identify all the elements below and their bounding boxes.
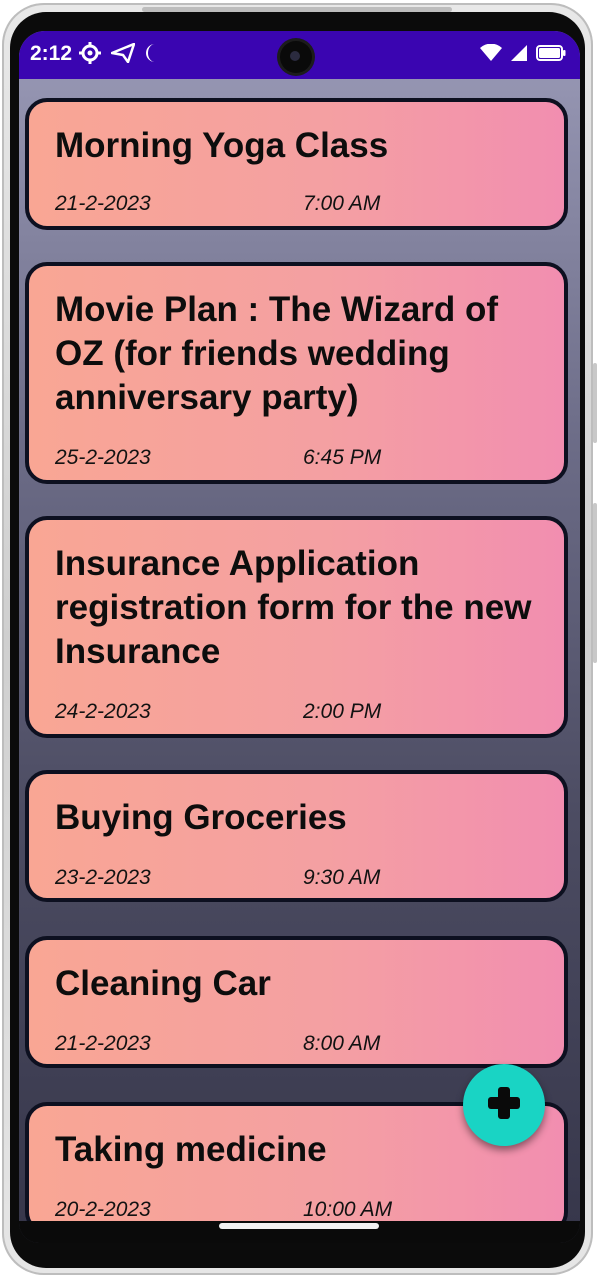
app-screen: 2:12 Morning Yoga Class 21-2-2023 7:00 A… <box>19 31 580 1243</box>
phone-frame: 2:12 Morning Yoga Class 21-2-2023 7:00 A… <box>2 3 597 1275</box>
task-date: 21-2-2023 <box>55 192 151 215</box>
task-time: 9:30 AM <box>303 866 381 889</box>
moon-icon <box>145 43 157 68</box>
volume-button <box>593 363 597 443</box>
task-date: 20-2-2023 <box>55 1198 151 1221</box>
task-title: Cleaning Car <box>55 964 271 1003</box>
plus-icon <box>486 1085 522 1126</box>
settings-gear-icon <box>79 41 101 69</box>
task-time: 10:00 AM <box>303 1198 393 1221</box>
task-card[interactable]: Cleaning Car 21-2-2023 8:00 AM <box>25 936 568 1068</box>
task-date: 21-2-2023 <box>55 1032 151 1055</box>
task-card[interactable]: Insurance Application registration form … <box>25 516 568 738</box>
task-time: 8:00 AM <box>303 1032 381 1055</box>
task-title: Buying Groceries <box>55 798 347 837</box>
task-title: Insurance Application registration form … <box>55 544 532 671</box>
task-title: Movie Plan : The Wizard of OZ (for frien… <box>55 290 499 417</box>
task-time: 2:00 PM <box>303 700 382 723</box>
task-card[interactable]: Morning Yoga Class 21-2-2023 7:00 AM <box>25 98 568 230</box>
battery-icon <box>536 44 566 66</box>
status-icons-left <box>79 41 157 69</box>
status-time: 2:12 <box>30 42 73 65</box>
task-date: 24-2-2023 <box>55 700 151 723</box>
cellular-signal-icon <box>510 44 528 67</box>
gesture-handle[interactable] <box>219 1223 379 1229</box>
task-date: 23-2-2023 <box>55 866 151 889</box>
paper-plane-icon <box>110 42 136 68</box>
task-date: 25-2-2023 <box>55 446 151 469</box>
task-card[interactable]: Movie Plan : The Wizard of OZ (for frien… <box>25 262 568 484</box>
task-time: 6:45 PM <box>303 446 382 469</box>
task-card[interactable]: Buying Groceries 23-2-2023 9:30 AM <box>25 770 568 902</box>
add-task-button[interactable] <box>463 1064 545 1146</box>
power-button <box>593 503 597 663</box>
status-icons-right <box>480 43 566 67</box>
task-title: Morning Yoga Class <box>55 126 389 165</box>
task-time: 7:00 AM <box>303 192 381 215</box>
status-bar: 2:12 <box>19 31 580 79</box>
front-camera <box>280 41 312 73</box>
wifi-icon <box>480 43 502 67</box>
